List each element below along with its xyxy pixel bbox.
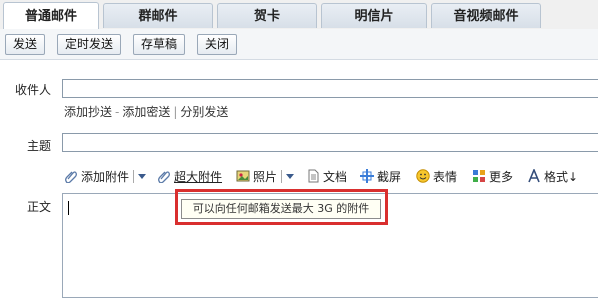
recipient-label: 收件人 (15, 83, 52, 97)
format-label: 格式↓ (544, 169, 579, 184)
photo-label: 照片 (253, 169, 278, 184)
link-separator: - (115, 105, 120, 119)
body-label: 正文 (27, 200, 52, 214)
paperclip-icon (64, 169, 78, 184)
tab-group-mail[interactable]: 群邮件 (103, 3, 213, 28)
add-attachment-label: 添加附件 (81, 169, 130, 184)
divider (133, 169, 135, 183)
format-button[interactable]: 格式↓ (527, 167, 578, 185)
add-attachment-button[interactable]: 添加附件 (64, 167, 147, 185)
tab-regular-mail[interactable]: 普通邮件 (3, 2, 99, 30)
image-icon (236, 169, 250, 183)
large-attachment-button[interactable]: 超大附件 (157, 167, 222, 185)
send-button[interactable]: 发送 (5, 34, 46, 55)
add-cc-link[interactable]: 添加抄送 (64, 105, 112, 119)
compose-tab-bar: 普通邮件 群邮件 贺卡 明信片 音视频邮件 (0, 0, 598, 30)
screenshot-button[interactable]: 截屏 (360, 167, 401, 185)
paperclip-icon (157, 169, 171, 184)
grid-icon (472, 169, 486, 183)
highlight-box (175, 189, 388, 225)
smiley-icon (416, 169, 430, 183)
document-icon (306, 169, 320, 183)
more-button[interactable]: 更多 (472, 167, 513, 185)
tab-av-mail[interactable]: 音视频邮件 (431, 3, 541, 28)
emoticon-label: 表情 (433, 169, 458, 184)
add-bcc-link[interactable]: 添加密送 (122, 105, 170, 119)
subject-label: 主题 (27, 139, 52, 153)
scheduled-send-button[interactable]: 定时发送 (57, 34, 122, 55)
separate-send-link[interactable]: 分别发送 (180, 105, 228, 119)
link-separator: | (173, 105, 178, 119)
screenshot-label: 截屏 (377, 169, 402, 184)
divider (281, 169, 283, 183)
close-button[interactable]: 关闭 (197, 34, 238, 55)
recipient-input[interactable] (62, 79, 598, 98)
scissors-icon (360, 169, 374, 183)
more-label: 更多 (489, 169, 514, 184)
text-caret (68, 201, 69, 215)
chevron-down-icon[interactable] (286, 173, 295, 179)
document-label: 文档 (323, 169, 348, 184)
emoticon-button[interactable]: 表情 (416, 167, 457, 185)
save-draft-button[interactable]: 存草稿 (133, 34, 186, 55)
subject-input[interactable] (62, 133, 598, 152)
large-attachment-label: 超大附件 (174, 169, 223, 184)
tab-greeting-card[interactable]: 贺卡 (217, 3, 317, 28)
chevron-down-icon[interactable] (138, 173, 147, 179)
tab-postcard[interactable]: 明信片 (321, 3, 427, 28)
recipient-options: 添加抄送 - 添加密送 | 分别发送 (64, 103, 228, 120)
photo-button[interactable]: 照片 (236, 167, 295, 185)
action-toolbar: 发送 定时发送 存草稿 关闭 (0, 29, 598, 60)
document-button[interactable]: 文档 (306, 167, 347, 185)
text-format-icon (527, 167, 541, 183)
